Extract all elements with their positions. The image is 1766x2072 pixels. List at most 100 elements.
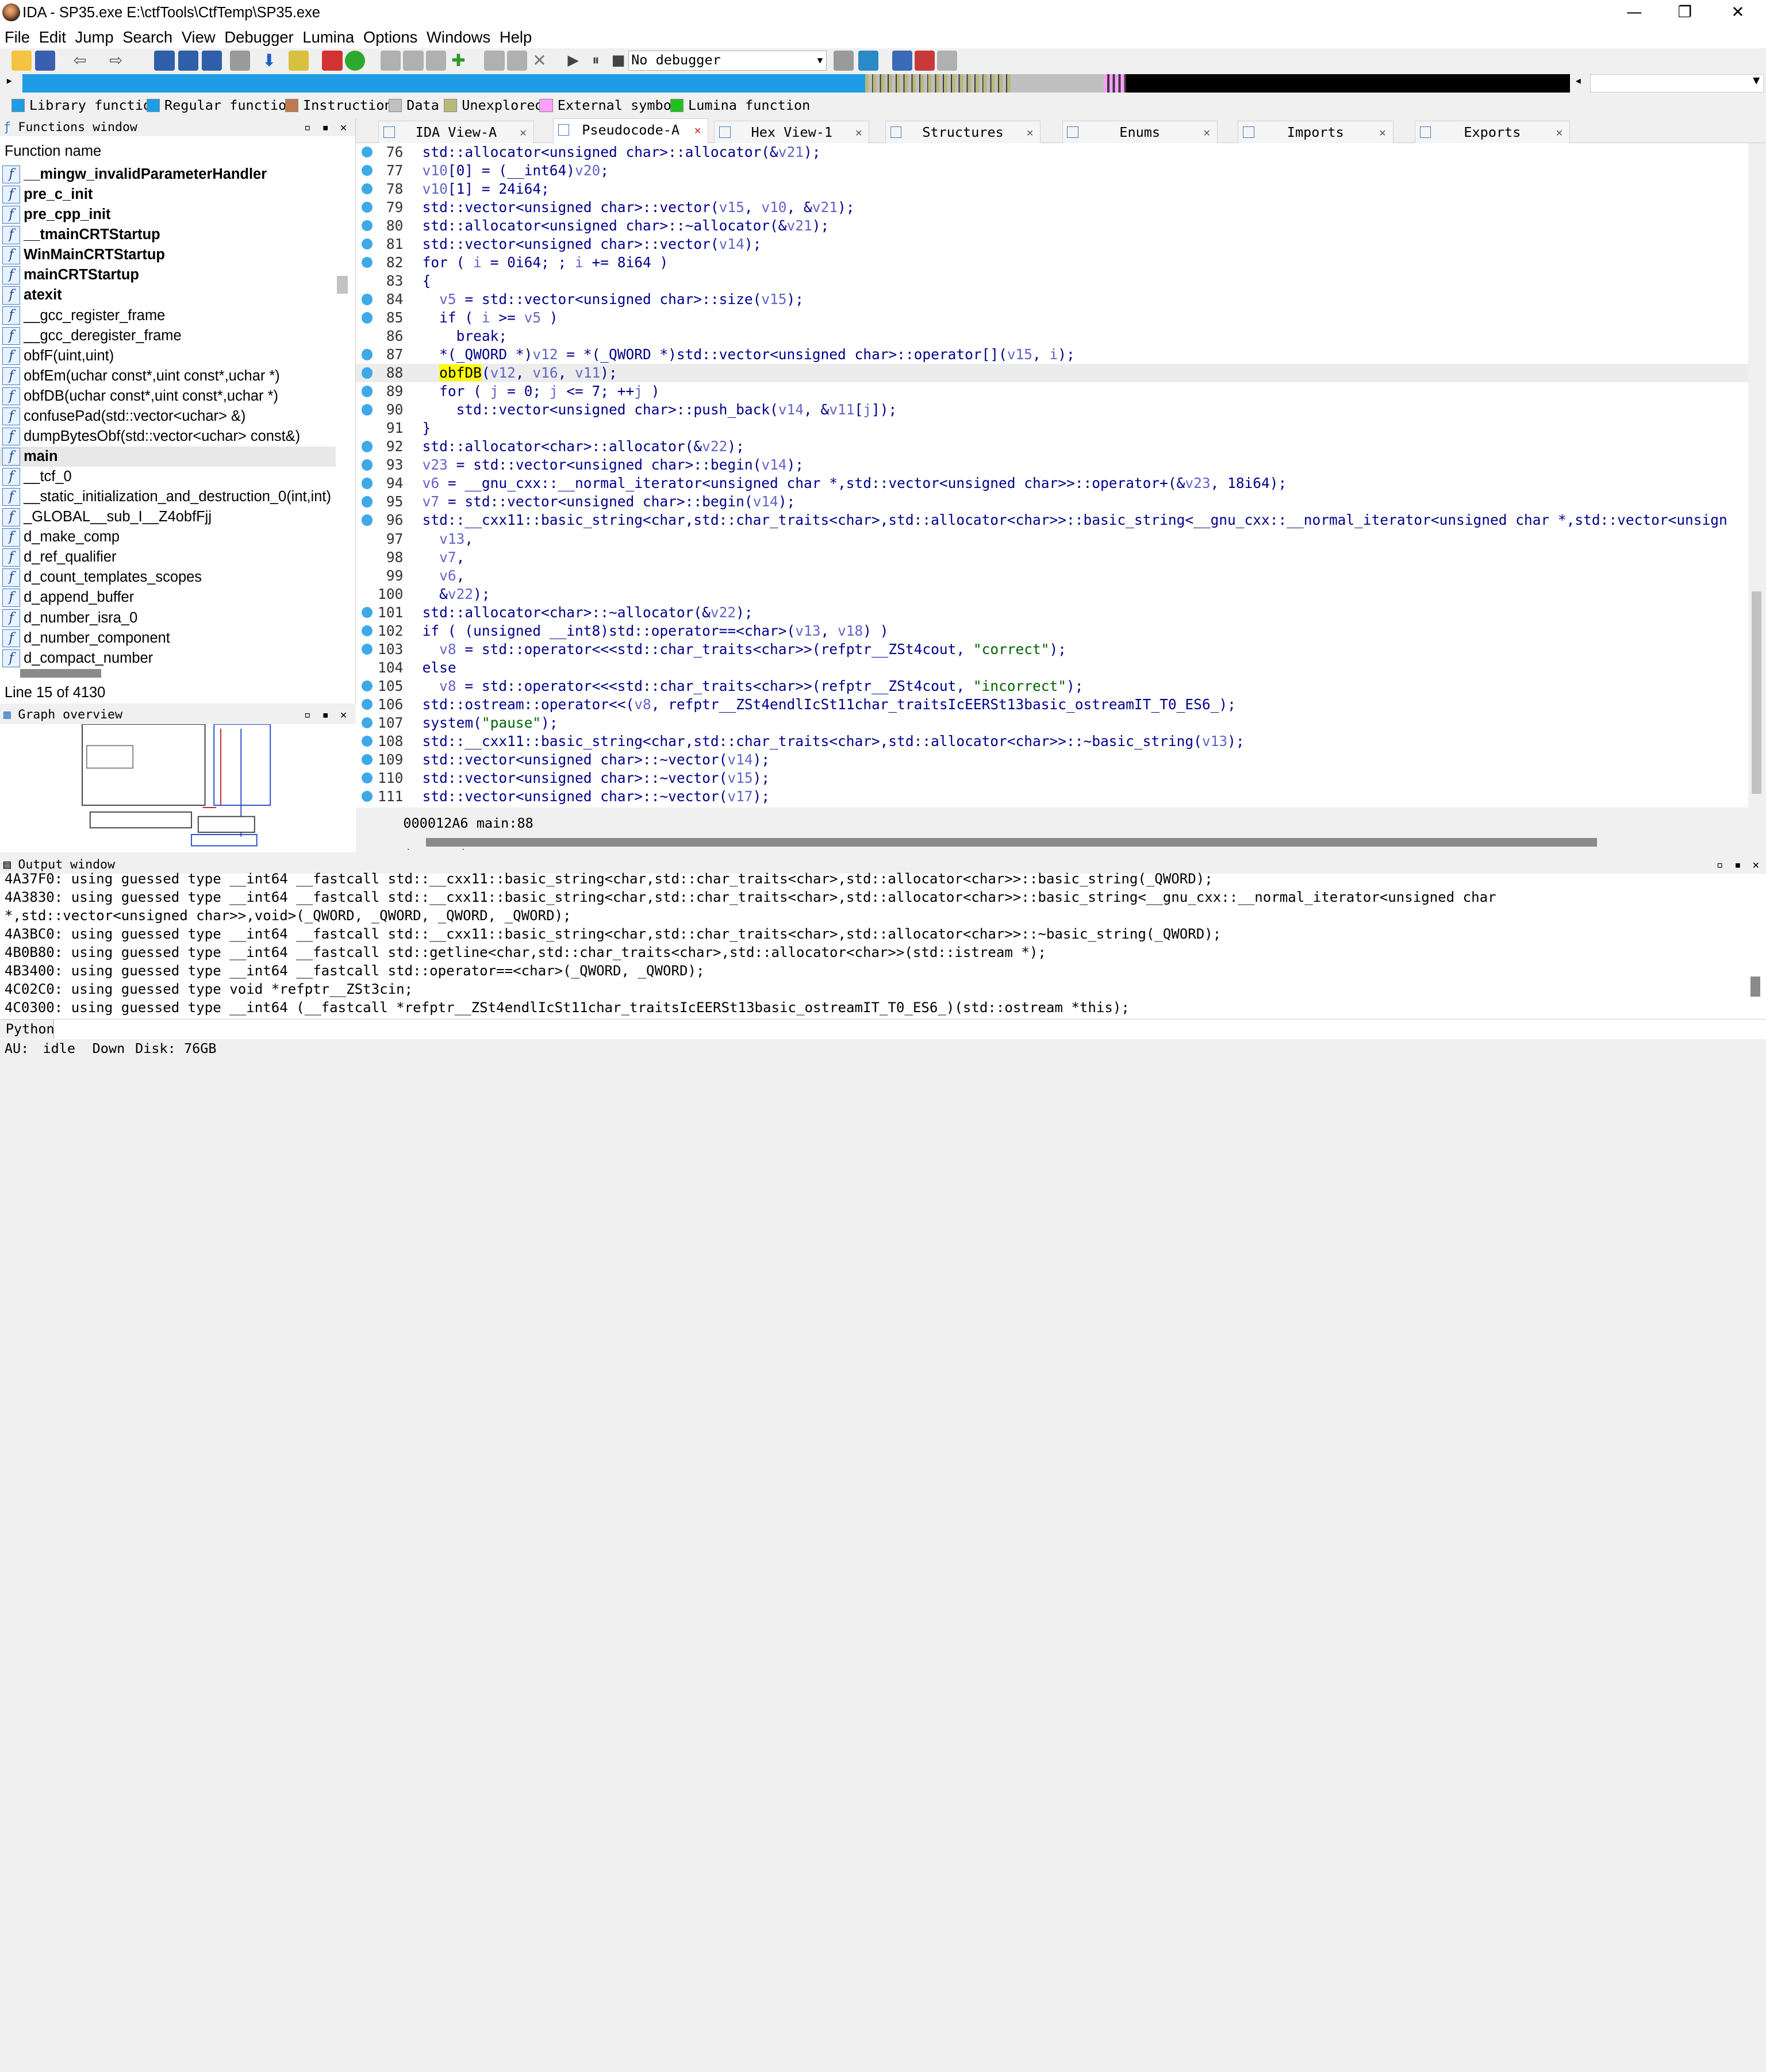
define-data-icon[interactable] <box>403 51 424 71</box>
code-line[interactable]: 102 if ( (unsigned __int8)std::operator==… <box>356 622 1748 640</box>
nav-address-box[interactable]: ▼ <box>1590 74 1764 93</box>
function-list-item[interactable]: f __mingw_invalidParameterHandler <box>0 164 336 184</box>
function-list-item[interactable]: f mainCRTStartup <box>0 265 336 285</box>
function-list-item[interactable]: f __gcc_deregister_frame <box>0 326 336 346</box>
code-line[interactable]: 86 break; <box>356 327 1748 345</box>
pause-debug-icon[interactable]: ⏸ <box>586 51 606 71</box>
breakpoint-dot-icon[interactable] <box>361 164 373 176</box>
navigation-band[interactable] <box>22 74 1571 93</box>
tab-ida-view-a[interactable]: IDA View-A ✕ <box>378 120 534 144</box>
code-line[interactable]: 111 std::vector<unsigned char>::~vector(v… <box>356 787 1748 806</box>
code-line[interactable]: 92 std::allocator<char>::allocator(&v22); <box>356 437 1748 456</box>
nav-right-arrow-icon[interactable]: ◂ <box>1576 75 1581 87</box>
tab-enums[interactable]: Enums ✕ <box>1062 120 1218 143</box>
function-name-column-header[interactable]: Function name <box>5 143 101 160</box>
tab-structures[interactable]: Structures ✕ <box>885 120 1041 143</box>
binary-search-icon[interactable] <box>154 51 175 71</box>
pane-minimize-icon[interactable]: ▫ <box>1717 856 1723 874</box>
breakpoint-dot-icon[interactable] <box>361 735 373 747</box>
breakpoint-dot-icon[interactable] <box>361 386 373 397</box>
menu-search[interactable]: Search <box>118 26 177 48</box>
code-line[interactable]: 104 else <box>356 659 1748 677</box>
code-line[interactable]: 89 for ( j = 0; j <= 7; ++j ) <box>356 382 1748 401</box>
function-list-item[interactable]: f dumpBytesObf(std::vector<uchar> const&) <box>0 426 336 447</box>
tab-close-icon[interactable]: ✕ <box>694 119 701 141</box>
menu-jump[interactable]: Jump <box>71 26 118 48</box>
code-line[interactable]: 101 std::allocator<char>::~allocator(&v22… <box>356 603 1748 622</box>
function-list-scrollbar[interactable] <box>336 275 348 294</box>
code-line[interactable]: 80 std::allocator<unsigned char>::~alloca… <box>356 217 1748 235</box>
function-list-item[interactable]: f __static_initialization_and_destruction… <box>0 487 336 507</box>
graph-overview-canvas[interactable] <box>0 724 356 852</box>
graph-icon[interactable] <box>322 51 343 71</box>
code-line[interactable]: 90 std::vector<unsigned char>::push_back… <box>356 401 1748 419</box>
function-list-item[interactable]: f __tmainCRTStartup <box>0 225 336 245</box>
back-icon[interactable]: ⇦ <box>70 51 90 71</box>
code-line[interactable]: 106 std::ostream::operator<<(v8, refptr__… <box>356 695 1748 714</box>
code-line[interactable]: 105 v8 = std::operator<<<std::char_trait… <box>356 677 1748 695</box>
breakpoint-dot-icon[interactable] <box>361 606 373 618</box>
tab-imports[interactable]: Imports ✕ <box>1238 120 1393 143</box>
breakpoint-dot-icon[interactable] <box>361 238 373 250</box>
function-list-item[interactable]: f d_number_component <box>0 628 336 648</box>
menu-lumina[interactable]: Lumina <box>298 26 359 48</box>
function-list-item[interactable]: f d_make_comp <box>0 527 336 547</box>
jump-down-icon[interactable]: ⬇ <box>259 51 279 71</box>
breakpoint-dot-icon[interactable] <box>361 790 373 802</box>
breakpoint-dot-icon[interactable] <box>361 754 373 766</box>
function-list-item[interactable]: f d_append_buffer <box>0 587 336 608</box>
breakpoint-dot-icon[interactable] <box>361 349 373 360</box>
function-list-item[interactable]: f __tcf_0 <box>0 467 336 487</box>
breakpoint-dot-icon[interactable] <box>361 183 373 195</box>
breakpoint-dot-icon[interactable] <box>361 717 373 729</box>
tab-hex-view-1[interactable]: Hex View-1 ✕ <box>714 120 870 144</box>
debugger-select[interactable]: No debugger ▼ <box>628 51 827 71</box>
restore-button[interactable]: ❐ <box>1659 0 1711 26</box>
breakpoint-dot-icon[interactable] <box>361 441 373 452</box>
function-list-item[interactable]: f main <box>0 447 336 467</box>
breakpoint-dot-icon[interactable] <box>361 201 373 213</box>
function-list-item[interactable]: f obfF(uint,uint) <box>0 346 336 366</box>
function-list-item[interactable]: f WinMainCRTStartup <box>0 245 336 265</box>
tab-close-icon[interactable]: ✕ <box>855 121 862 144</box>
function-list-item[interactable]: f d_ref_qualifier <box>0 547 336 567</box>
breakpoint-icon[interactable] <box>914 51 935 71</box>
save-icon[interactable] <box>34 51 55 71</box>
function-list-item[interactable]: f obfEm(uchar const*,uint const*,uchar *) <box>0 366 336 386</box>
breakpoint-dot-icon[interactable] <box>361 256 373 268</box>
pseudocode-vscroll[interactable] <box>1748 143 1766 808</box>
run-green-icon[interactable] <box>344 51 365 71</box>
breakpoint-dot-icon[interactable] <box>361 146 373 158</box>
sequence-search-icon[interactable] <box>229 51 250 71</box>
code-line[interactable]: 103 v8 = std::operator<<<std::char_trait… <box>356 640 1748 659</box>
tab-close-icon[interactable]: ✕ <box>1556 121 1563 144</box>
pseudocode-hscroll-thumb[interactable] <box>425 837 1598 847</box>
breakpoint-dot-icon[interactable] <box>361 514 373 526</box>
pane-float-icon[interactable]: ▪ <box>322 706 329 724</box>
output-scrollbar[interactable] <box>1750 976 1761 997</box>
pane-float-icon[interactable]: ▪ <box>322 118 329 136</box>
search-next-icon[interactable] <box>288 51 309 71</box>
tab-close-icon[interactable]: ✕ <box>520 121 527 144</box>
pseudocode-view[interactable]: 76 std::allocator<unsigned char>::allocat… <box>356 143 1748 808</box>
open-icon[interactable] <box>11 51 32 71</box>
delete-breakpoint-icon[interactable] <box>937 51 958 71</box>
code-line[interactable]: 98 v7, <box>356 548 1748 567</box>
breakpoint-dot-icon[interactable] <box>361 404 373 416</box>
pane-close-icon[interactable]: ✕ <box>1753 856 1760 874</box>
code-line[interactable]: 83 { <box>356 272 1748 290</box>
breakpoint-dot-icon[interactable] <box>361 772 373 784</box>
tab-pseudocode-a[interactable]: Pseudocode-A ✕ <box>552 118 709 143</box>
code-line[interactable]: 96 std::__cxx11::basic_string<char,std::c… <box>356 511 1748 529</box>
code-line[interactable]: 87 *(_QWORD *)v12 = *(_QWORD *)std::vect… <box>356 345 1748 364</box>
code-line[interactable]: 110 std::vector<unsigned char>::~vector(v… <box>356 769 1748 787</box>
code-line[interactable]: 77 v10[0] = (__int64)v20; <box>356 162 1748 180</box>
pane-close-icon[interactable]: ✕ <box>340 118 347 136</box>
menu-debugger[interactable]: Debugger <box>220 26 298 48</box>
breakpoint-dot-icon[interactable] <box>361 698 373 710</box>
minimize-button[interactable]: — <box>1608 0 1660 26</box>
code-line[interactable]: 107 system("pause"); <box>356 714 1748 732</box>
code-line[interactable]: 91} <box>356 419 1748 437</box>
function-list-hscroll[interactable] <box>20 668 102 678</box>
pane-minimize-icon[interactable]: ▫ <box>304 118 311 136</box>
